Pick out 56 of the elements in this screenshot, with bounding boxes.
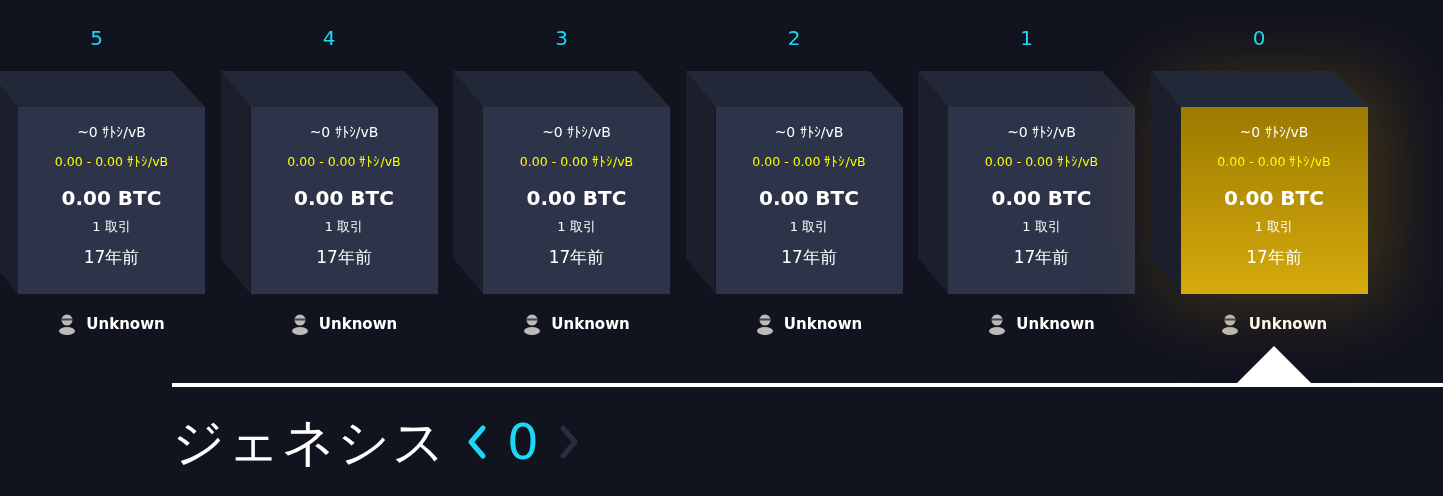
miner-icon: [988, 313, 1007, 335]
fee-range: 0.00 - 0.00 ｻﾄｼ/vB: [54, 153, 169, 171]
block-total: 0.00 BTC: [1224, 185, 1324, 211]
block-height-link[interactable]: 3: [555, 26, 568, 50]
miner-icon: [523, 313, 542, 335]
block-height-link[interactable]: 5: [90, 26, 103, 50]
miner-name: Unknown: [1016, 313, 1095, 335]
median-fee: ~0 ｻﾄｼ/vB: [1239, 123, 1309, 142]
block-total: 0.00 BTC: [526, 185, 627, 211]
block-age: 17年前: [1013, 246, 1070, 269]
block-age: 17年前: [781, 246, 837, 269]
block-card[interactable]: ~0 ｻﾄｼ/vB 0.00 - 0.00 ｻﾄｼ/vB 0.00 BTC 1 取引 17年前: [948, 107, 1135, 294]
median-fee: ~0 ｻﾄｼ/vB: [77, 123, 146, 142]
block-height-link[interactable]: 4: [322, 26, 336, 50]
page-title: ジェネシス: [172, 411, 447, 473]
median-fee: ~0 ｻﾄｼ/vB: [542, 123, 611, 142]
block-card[interactable]: ~0 ｻﾄｼ/vB 0.00 - 0.00 ｻﾄｼ/vB 0.00 BTC 1 取引 17年前: [483, 107, 670, 294]
block-height: 0: [507, 412, 539, 473]
miner-icon: [290, 313, 309, 335]
block-age: 17年前: [1246, 246, 1302, 269]
miner-name: Unknown: [1248, 313, 1328, 335]
miner-name: Unknown: [318, 313, 398, 335]
block-age: 17年前: [548, 246, 605, 269]
transaction-count: 1 取引: [92, 218, 131, 236]
transaction-count: 1 取引: [1022, 218, 1061, 236]
block-card[interactable]: ~0 ｻﾄｼ/vB 0.00 - 0.00 ｻﾄｼ/vB 0.00 BTC 1 取引 17年前: [1180, 107, 1368, 294]
block-card[interactable]: ~0 ｻﾄｼ/vB 0.00 - 0.00 ｻﾄｼ/vB 0.00 BTC 1 取引 17年前: [250, 107, 438, 294]
block-card[interactable]: ~0 ｻﾄｼ/vB 0.00 - 0.00 ｻﾄｼ/vB 0.00 BTC 1 取引 17年前: [715, 107, 903, 294]
block-card[interactable]: ~0 ｻﾄｼ/vB 0.00 - 0.00 ｻﾄｼ/vB 0.00 BTC 1 取引 17年前: [18, 107, 205, 294]
block-height-link[interactable]: 1: [1020, 26, 1033, 50]
miner-name: Unknown: [551, 313, 630, 335]
fee-range: 0.00 - 0.00 ｻﾄｼ/vB: [752, 153, 866, 171]
transaction-count: 1 取引: [789, 218, 829, 236]
fee-range: 0.00 - 0.00 ｻﾄｼ/vB: [287, 153, 401, 171]
block-total: 0.00 BTC: [759, 185, 859, 211]
block-total: 0.00 BTC: [61, 185, 162, 211]
miner-icon: [755, 313, 774, 335]
fee-range: 0.00 - 0.00 ｻﾄｼ/vB: [519, 153, 634, 171]
fee-range: 0.00 - 0.00 ｻﾄｼ/vB: [984, 153, 1099, 171]
transaction-count: 1 取引: [557, 218, 596, 236]
block-total: 0.00 BTC: [294, 185, 394, 211]
miner-name: Unknown: [86, 313, 165, 335]
miner-icon: [1220, 313, 1239, 335]
fee-range: 0.00 - 0.00 ｻﾄｼ/vB: [1217, 153, 1331, 171]
transaction-count: 1 取引: [1254, 218, 1294, 236]
median-fee: ~0 ｻﾄｼ/vB: [1007, 123, 1076, 142]
block-total: 0.00 BTC: [991, 185, 1092, 211]
block-age: 17年前: [83, 246, 140, 269]
miner-icon: [58, 313, 77, 335]
block-height-link[interactable]: 0: [1252, 26, 1266, 50]
miner-name: Unknown: [783, 313, 863, 335]
block-age: 17年前: [316, 246, 372, 269]
transaction-count: 1 取引: [324, 218, 364, 236]
median-fee: ~0 ｻﾄｼ/vB: [309, 123, 379, 142]
median-fee: ~0 ｻﾄｼ/vB: [774, 123, 844, 142]
block-height-link[interactable]: 2: [787, 26, 801, 50]
